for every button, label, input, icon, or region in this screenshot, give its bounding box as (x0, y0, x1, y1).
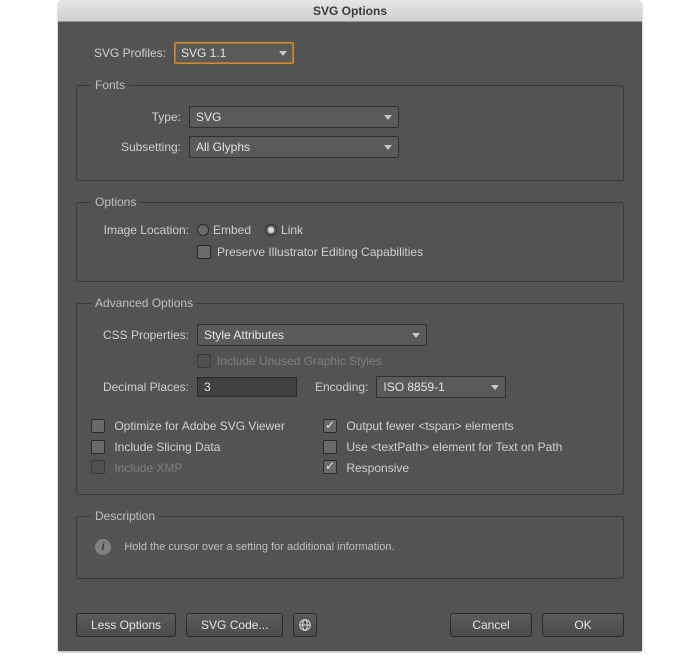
dialog-title: SVG Options (58, 0, 642, 22)
info-icon: i (95, 539, 111, 555)
chevron-down-icon (384, 115, 392, 120)
decimal-encoding-row: Decimal Places: Encoding: ISO 8859-1 (91, 376, 609, 398)
chevron-down-icon (491, 385, 499, 390)
responsive-label: Responsive (346, 460, 409, 474)
decimal-places-label: Decimal Places: (91, 380, 197, 394)
preserve-capabilities-checkbox[interactable] (197, 245, 211, 259)
svg-profiles-row: SVG Profiles: SVG 1.1 (76, 42, 624, 64)
include-unused-checkbox (197, 354, 211, 368)
image-location-embed-radio[interactable] (197, 224, 209, 236)
chevron-down-icon (279, 51, 287, 56)
font-subsetting-label: Subsetting: (91, 140, 189, 154)
include-slicing-checkbox[interactable] (91, 440, 105, 454)
include-xmp-checkbox (91, 460, 105, 474)
font-subsetting-value: All Glyphs (196, 140, 250, 154)
image-location-link-radio[interactable] (265, 224, 277, 236)
output-tspan-checkbox[interactable] (323, 419, 337, 433)
font-subsetting-dropdown[interactable]: All Glyphs (189, 136, 399, 158)
image-location-row: Image Location: Embed Link (91, 223, 609, 237)
font-type-value: SVG (196, 110, 221, 124)
description-text: Hold the cursor over a setting for addit… (124, 541, 394, 553)
include-xmp-label: Include XMP (114, 460, 182, 474)
svg-options-dialog: SVG Options SVG Profiles: SVG 1.1 Fonts … (58, 0, 642, 651)
svg-profiles-dropdown[interactable]: SVG 1.1 (174, 42, 294, 64)
output-tspan-label: Output fewer <tspan> elements (346, 419, 513, 433)
preserve-capabilities-row: Preserve Illustrator Editing Capabilitie… (91, 245, 609, 259)
encoding-label: Encoding: (315, 380, 376, 394)
description-legend: Description (91, 509, 159, 523)
css-properties-label: CSS Properties: (91, 328, 197, 342)
include-unused-row: Include Unused Graphic Styles (91, 354, 609, 368)
web-preview-button[interactable] (293, 613, 317, 637)
image-location-link-label: Link (281, 223, 303, 237)
less-options-button[interactable]: Less Options (76, 613, 176, 637)
font-subsetting-row: Subsetting: All Glyphs (91, 136, 609, 158)
advanced-legend: Advanced Options (91, 296, 197, 310)
cancel-button[interactable]: Cancel (450, 613, 532, 637)
advanced-options-group: Advanced Options CSS Properties: Style A… (76, 296, 624, 495)
description-group: Description i Hold the cursor over a set… (76, 509, 624, 579)
encoding-dropdown[interactable]: ISO 8859-1 (376, 376, 506, 398)
svg-profiles-label: SVG Profiles: (76, 46, 174, 60)
textpath-label: Use <textPath> element for Text on Path (346, 440, 562, 454)
font-type-row: Type: SVG (91, 106, 609, 128)
optimize-svg-viewer-checkbox[interactable] (91, 419, 105, 433)
dialog-body: SVG Profiles: SVG 1.1 Fonts Type: SVG Su… (58, 22, 642, 603)
preserve-capabilities-label: Preserve Illustrator Editing Capabilitie… (217, 245, 423, 259)
chevron-down-icon (384, 145, 392, 150)
globe-icon (298, 618, 312, 632)
responsive-checkbox[interactable] (323, 460, 337, 474)
include-slicing-label: Include Slicing Data (114, 440, 220, 454)
image-location-embed-label: Embed (213, 223, 251, 237)
css-properties-dropdown[interactable]: Style Attributes (197, 324, 427, 346)
font-type-label: Type: (91, 110, 189, 124)
encoding-value: ISO 8859-1 (383, 380, 444, 394)
options-legend: Options (91, 195, 140, 209)
image-location-label: Image Location: (91, 223, 197, 237)
css-properties-value: Style Attributes (204, 328, 284, 342)
font-type-dropdown[interactable]: SVG (189, 106, 399, 128)
fonts-group: Fonts Type: SVG Subsetting: All Glyphs (76, 78, 624, 181)
textpath-checkbox[interactable] (323, 440, 337, 454)
chevron-down-icon (412, 333, 420, 338)
ok-button[interactable]: OK (542, 613, 624, 637)
options-group: Options Image Location: Embed Link Prese… (76, 195, 624, 282)
css-properties-row: CSS Properties: Style Attributes (91, 324, 609, 346)
decimal-places-input[interactable] (197, 377, 297, 397)
optimize-svg-viewer-label: Optimize for Adobe SVG Viewer (114, 419, 285, 433)
fonts-legend: Fonts (91, 78, 129, 92)
dialog-footer: Less Options SVG Code... Cancel OK (58, 603, 642, 651)
svg-profiles-value: SVG 1.1 (181, 46, 226, 60)
svg-code-button[interactable]: SVG Code... (186, 613, 283, 637)
include-unused-label: Include Unused Graphic Styles (217, 354, 382, 368)
